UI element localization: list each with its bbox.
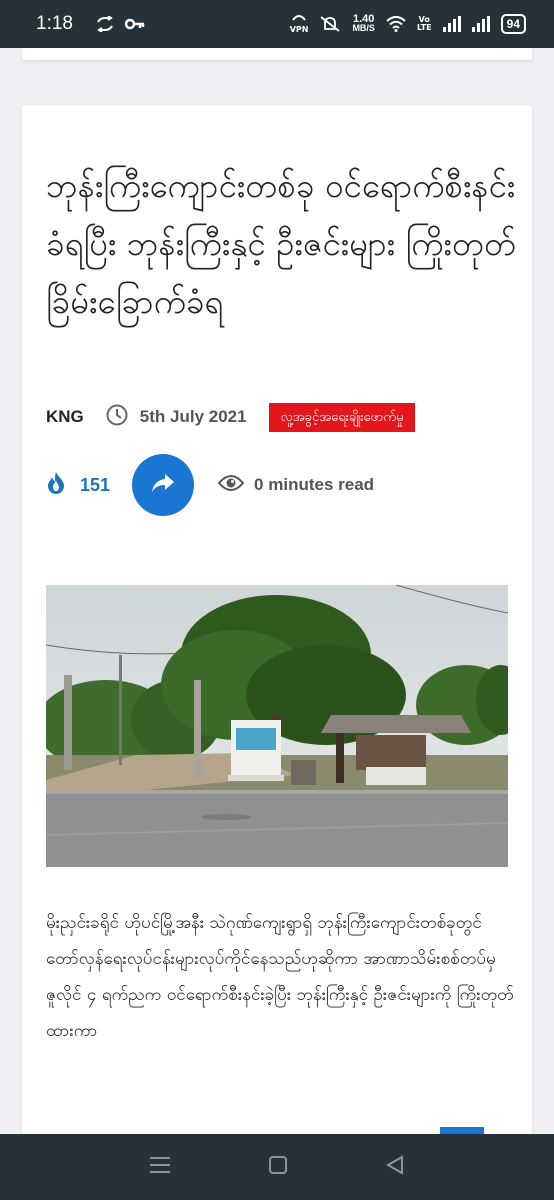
status-time: 1:18 [36,13,73,34]
article-card: ဘုန်းကြီးကျောင်းတစ်ခု ဝင်ရောက်စီးနင်းခံရ… [22,105,532,1175]
previous-card-edge [22,48,532,60]
view-count: 151 [80,474,111,495]
back-icon[interactable] [385,1155,405,1179]
fire-icon [46,471,66,499]
category-badge[interactable]: လူ့အခွင့်အရေးချိုးဖောက်မှု [268,402,416,432]
volte-bottom: LTE [416,23,432,32]
article-author[interactable]: KNG [46,407,84,427]
vpn-label: VPN [289,25,309,34]
article-stats: 151 0 minutes read [46,454,516,516]
share-icon [151,473,175,497]
article-photo [46,585,508,867]
menu-icon[interactable] [149,1156,171,1178]
signal-1-icon [442,16,461,32]
share-button[interactable] [132,454,195,516]
article-body: မိုးညှင်းခရိုင် ဟိုပင်မြို့အနီး သဲဂုဏ်ကျ… [46,913,514,1041]
clock-icon [106,404,128,430]
status-bar: 1:18 VPN 1.40 MB/S Vo LTE 94 [0,0,554,48]
sync-icon [95,16,115,32]
read-time: 0 minutes read [254,475,375,494]
article-title: ဘုန်းကြီးကျောင်းတစ်ခု ဝင်ရောက်စီးနင်းခံရ… [46,166,517,321]
key-icon [124,17,145,31]
wifi-icon [386,16,406,32]
article-meta: KNG 5th July 2021 လူ့အခွင့်အရေးချိုးဖောက… [46,401,516,433]
network-speed-unit: MB/S [352,23,375,33]
volte-icon: Vo LTE [417,16,432,32]
article-date: 5th July 2021 [139,407,247,426]
eye-icon [217,474,245,496]
mute-icon [319,15,341,33]
battery-level: 94 [500,14,526,34]
network-speed: 1.40 MB/S [352,14,375,33]
vpn-icon: VPN [289,14,309,34]
signal-2-icon [471,16,490,32]
system-nav-bar [0,1134,554,1200]
home-icon[interactable] [268,1155,288,1179]
